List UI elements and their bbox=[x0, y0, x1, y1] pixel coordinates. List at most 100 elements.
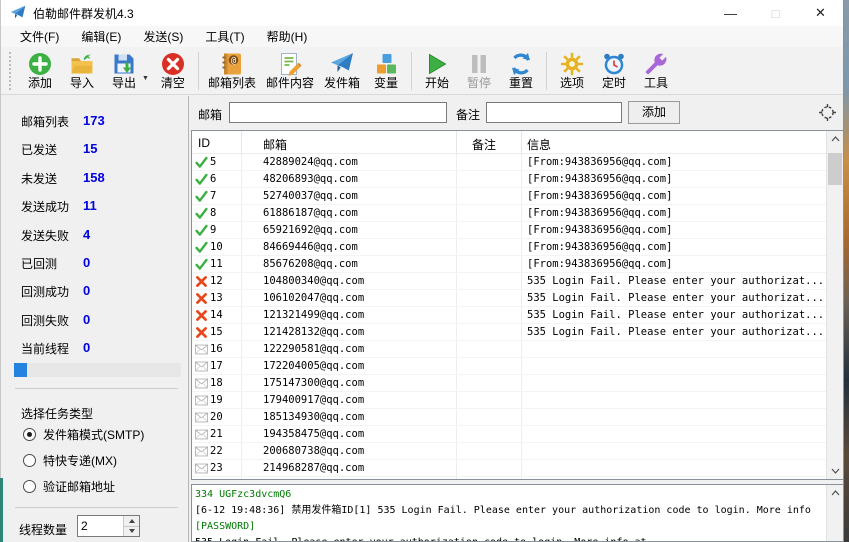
stat-label: 发送成功 bbox=[21, 198, 83, 215]
table-row[interactable]: 19179400917@qq.com bbox=[192, 392, 826, 409]
toolbar-button-variables[interactable]: 变量 bbox=[365, 48, 407, 94]
cell-note bbox=[457, 154, 522, 170]
cell-note bbox=[457, 290, 522, 306]
cell-id: 17 bbox=[192, 358, 242, 374]
toolbar-button-reset[interactable]: 重置 bbox=[500, 48, 542, 94]
toolbar-button-label: 发件箱 bbox=[324, 76, 360, 90]
cell-email: 52740037@qq.com bbox=[242, 188, 457, 204]
table-row[interactable]: 861886187@qq.com[From:943836956@qq.com] bbox=[192, 205, 826, 222]
radio-button[interactable] bbox=[23, 428, 36, 441]
stepper-up-icon[interactable] bbox=[124, 516, 139, 526]
add-button[interactable]: 添加 bbox=[628, 101, 680, 124]
minimize-icon[interactable]: — bbox=[708, 0, 753, 26]
note-input[interactable] bbox=[486, 102, 622, 123]
log-line: [6-12 19:48:36] 禁用发件箱ID[1] 535 Login Fai… bbox=[195, 503, 823, 519]
stat-label: 当前线程 bbox=[21, 340, 83, 357]
table-row[interactable]: 18175147300@qq.com bbox=[192, 375, 826, 392]
toolbar-button-import[interactable]: 导入 bbox=[61, 48, 103, 94]
toolbar-button-label: 开始 bbox=[425, 76, 449, 90]
scrollbar-thumb[interactable] bbox=[828, 153, 842, 185]
row-id-text: 23 bbox=[210, 462, 223, 474]
toolbar-button-add[interactable]: 添加 bbox=[19, 48, 61, 94]
table-row[interactable]: 1185676208@qq.com[From:943836956@qq.com] bbox=[192, 256, 826, 273]
reset-arrows-icon bbox=[509, 52, 533, 76]
stat-value: 173 bbox=[83, 113, 105, 128]
radio-option[interactable]: 特快专递(MX) bbox=[23, 452, 117, 469]
radio-label: 验证邮箱地址 bbox=[43, 478, 115, 495]
stat-row: 发送失败4 bbox=[21, 227, 184, 255]
email-table: ID 邮箱 备注 信息 542889024@qq.com[From:943836… bbox=[191, 130, 844, 480]
cell-email: 48206893@qq.com bbox=[242, 171, 457, 187]
radio-button[interactable] bbox=[23, 480, 36, 493]
menu-item[interactable]: 文件(F) bbox=[9, 26, 70, 47]
log-scrollbar[interactable] bbox=[826, 485, 843, 541]
table-row[interactable]: 17172204005@qq.com bbox=[192, 358, 826, 375]
email-input[interactable] bbox=[229, 102, 447, 123]
crosshair-target-icon[interactable] bbox=[819, 104, 836, 121]
toolbar-button-export[interactable]: 导出 bbox=[103, 48, 145, 94]
toolbar-button-outbox[interactable]: 发件箱 bbox=[319, 48, 365, 94]
column-header-id[interactable]: ID bbox=[192, 131, 242, 153]
table-row[interactable]: 21194358475@qq.com bbox=[192, 426, 826, 443]
toolbar-button-start[interactable]: 开始 bbox=[416, 48, 458, 94]
table-row[interactable]: 1084669446@qq.com[From:943836956@qq.com] bbox=[192, 239, 826, 256]
scroll-down-icon[interactable] bbox=[827, 463, 843, 479]
radio-option[interactable]: 发件箱模式(SMTP) bbox=[23, 426, 144, 443]
cell-info: [From:943836956@qq.com] bbox=[522, 222, 826, 238]
cell-id: 19 bbox=[192, 392, 242, 408]
table-row[interactable]: 22200680738@qq.com bbox=[192, 443, 826, 460]
table-row[interactable]: 20185134930@qq.com bbox=[192, 409, 826, 426]
toolbar-separator bbox=[546, 52, 547, 90]
toolbar-button-clear[interactable]: 清空 bbox=[152, 48, 194, 94]
stat-value: 0 bbox=[83, 283, 90, 298]
toolbar-button-label: 导入 bbox=[70, 76, 94, 90]
table-row[interactable]: 648206893@qq.com[From:943836956@qq.com] bbox=[192, 171, 826, 188]
column-header-note[interactable]: 备注 bbox=[457, 131, 522, 153]
maximize-icon[interactable]: □ bbox=[753, 0, 798, 26]
close-icon[interactable]: ✕ bbox=[798, 0, 843, 26]
dropdown-arrow-icon[interactable]: ▼ bbox=[142, 75, 149, 82]
toolbar-button-options[interactable]: 选项 bbox=[551, 48, 593, 94]
table-row[interactable]: 13106102047@qq.com535 Login Fail. Please… bbox=[192, 290, 826, 307]
cell-note bbox=[457, 477, 522, 479]
table-row[interactable]: 23214968287@qq.com bbox=[192, 460, 826, 477]
menu-item[interactable]: 工具(T) bbox=[194, 26, 255, 47]
menu-item[interactable]: 发送(S) bbox=[132, 26, 194, 47]
column-header-email[interactable]: 邮箱 bbox=[242, 131, 457, 153]
toolbar-button-timer[interactable]: 定时 bbox=[593, 48, 635, 94]
menu-item[interactable]: 编辑(E) bbox=[70, 26, 132, 47]
radio-option[interactable]: 验证邮箱地址 bbox=[23, 478, 115, 495]
scroll-up-icon[interactable] bbox=[827, 485, 843, 501]
table-row[interactable]: 16122290581@qq.com bbox=[192, 341, 826, 358]
stat-row: 邮箱列表173 bbox=[21, 113, 184, 141]
toolbar-button-mail-list[interactable]: @ 邮箱列表 bbox=[203, 48, 261, 94]
toolbar-button-tools[interactable]: 工具 bbox=[635, 48, 677, 94]
toolbar-button-mail-content[interactable]: 邮件内容 bbox=[261, 48, 319, 94]
envelope-icon bbox=[195, 377, 208, 390]
scroll-up-icon[interactable] bbox=[827, 131, 843, 147]
column-header-info[interactable]: 信息 bbox=[522, 131, 826, 153]
cell-info bbox=[522, 375, 826, 391]
cell-email: 194358475@qq.com bbox=[242, 426, 457, 442]
app-window: 伯勒邮件群发机4.3 — □ ✕ 文件(F)编辑(E)发送(S)工具(T)帮助(… bbox=[0, 0, 844, 542]
cell-info: [From:943836956@qq.com] bbox=[522, 205, 826, 221]
cell-email: 104800340@qq.com bbox=[242, 273, 457, 289]
toolbar-button-pause[interactable]: 暂停 bbox=[458, 48, 500, 94]
svg-text:@: @ bbox=[231, 56, 236, 66]
table-scrollbar[interactable] bbox=[826, 131, 843, 479]
table-row[interactable]: 752740037@qq.com[From:943836956@qq.com] bbox=[192, 188, 826, 205]
table-row[interactable]: 12104800340@qq.com535 Login Fail. Please… bbox=[192, 273, 826, 290]
table-row[interactable]: 965921692@qq.com[From:943836956@qq.com] bbox=[192, 222, 826, 239]
menu-item[interactable]: 帮助(H) bbox=[256, 26, 319, 47]
stepper-down-icon[interactable] bbox=[124, 526, 139, 537]
table-row[interactable]: 542889024@qq.com[From:943836956@qq.com] bbox=[192, 154, 826, 171]
cell-info: 535 Login Fail. Please enter your author… bbox=[522, 324, 826, 340]
cell-id: 10 bbox=[192, 239, 242, 255]
stat-value: 0 bbox=[83, 255, 90, 270]
thread-count-input[interactable] bbox=[78, 516, 123, 536]
table-row[interactable]: 14121321499@qq.com535 Login Fail. Please… bbox=[192, 307, 826, 324]
toolbar-button-label: 邮箱列表 bbox=[208, 76, 256, 90]
table-row[interactable]: 15121428132@qq.com535 Login Fail. Please… bbox=[192, 324, 826, 341]
radio-button[interactable] bbox=[23, 454, 36, 467]
toolbar-button-label: 导出 bbox=[112, 76, 136, 90]
